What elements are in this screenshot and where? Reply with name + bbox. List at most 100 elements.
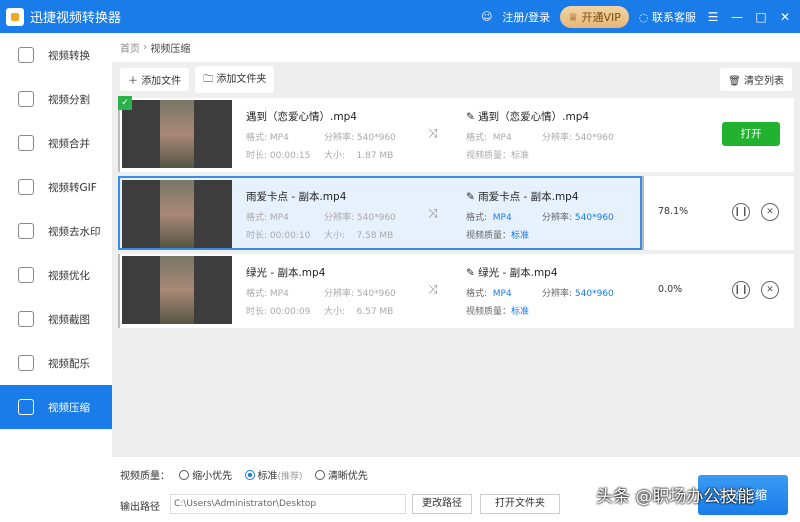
sidebar-item-merge[interactable]: 视频合并 <box>0 121 112 165</box>
open-button[interactable]: 打开 <box>722 122 780 146</box>
convert-arrow-icon: ⤨ <box>428 206 438 220</box>
progress-percent: 78.1% <box>658 206 689 217</box>
watermark: 头条 @职场办公技能 <box>596 487 755 507</box>
remove-button[interactable]: ✕ <box>761 281 779 299</box>
duration-label: 时长: <box>246 151 268 161</box>
size-value: 7.58 MB <box>356 231 394 241</box>
size-value: 6.57 MB <box>356 307 394 317</box>
output-resolution-value[interactable]: 540*960 <box>575 133 614 143</box>
output-format-value[interactable]: MP4 <box>493 213 512 223</box>
sidebar-item-watermark[interactable]: 视频去水印 <box>0 209 112 253</box>
output-format-value[interactable]: MP4 <box>493 133 512 143</box>
sidebar-item-convert[interactable]: 视频转换 <box>0 33 112 77</box>
music-icon <box>18 355 34 371</box>
sidebar-item-compress[interactable]: 视频压缩 <box>0 385 112 429</box>
resolution-label: 分辨率: <box>324 289 355 299</box>
format-label: 格式: <box>466 213 488 223</box>
add-folder-button[interactable]: 🗀 添加文件夹 <box>195 65 275 93</box>
edit-pencil-icon: ✎ <box>466 111 479 123</box>
breadcrumb-home[interactable]: 首页 <box>120 40 140 55</box>
radio-icon <box>314 470 325 480</box>
add-file-label: 添加文件 <box>141 75 182 87</box>
minimize-button[interactable]: — <box>730 10 744 24</box>
close-button[interactable]: ✕ <box>778 10 792 24</box>
file-row[interactable]: 雨爱卡点 - 副本.mp4 格式: MP4 分辨率: 540*960 时长: 0… <box>118 176 642 250</box>
crown-icon: ♕ <box>568 10 582 24</box>
file-row[interactable]: ✓ 遇到（恋爱心情）.mp4 格式: MP4 分辨率: 540*960 时长: … <box>118 96 794 172</box>
duration-value: 00:00:09 <box>269 307 311 317</box>
breadcrumb-current: 视频压缩 <box>150 44 191 55</box>
sidebar-item-screenshot[interactable]: 视频截图 <box>0 297 112 341</box>
pause-button[interactable]: ❙❙ <box>732 281 750 299</box>
add-folder-label: 添加文件夹 <box>216 73 267 85</box>
app-logo-icon <box>6 7 24 26</box>
format-label: 格式: <box>466 133 488 143</box>
breadcrumb-separator: › <box>143 42 148 53</box>
output-name[interactable]: ✎ 遇到（恋爱心情）.mp4 <box>466 109 589 124</box>
breadcrumb: 首页 › 视频压缩 <box>112 33 800 62</box>
login-link[interactable]: 注册/登录 <box>502 9 550 25</box>
sidebar-item-optimize[interactable]: 视频优化 <box>0 253 112 297</box>
sidebar-item-gif[interactable]: 视频转GIF <box>0 165 112 209</box>
resolution-value: 540*960 <box>356 133 396 143</box>
sidebar-label: 视频优化 <box>48 269 90 282</box>
output-format-value[interactable]: MP4 <box>493 289 512 299</box>
sidebar-label: 视频配乐 <box>48 357 90 370</box>
sidebar-item-music[interactable]: 视频配乐 <box>0 341 112 385</box>
pause-button[interactable]: ❙❙ <box>732 203 750 221</box>
output-name-text: 绿光 - 副本.mp4 <box>478 267 558 279</box>
support-label: 联系客服 <box>652 10 696 24</box>
duration-label: 时长: <box>246 307 268 317</box>
sidebar-label: 视频转换 <box>48 49 90 62</box>
output-quality-value[interactable]: 标准 <box>511 307 529 317</box>
output-name[interactable]: ✎ 绿光 - 副本.mp4 <box>466 265 558 280</box>
resolution-value: 540*960 <box>356 213 396 223</box>
title-bar: 迅捷视频转换器 ☺ 注册/登录 ♕ 开通VIP ◌ 联系客服 ☰ — □ ✕ <box>0 0 800 33</box>
size-label: 大小: <box>324 151 346 161</box>
menu-icon[interactable]: ☰ <box>706 10 720 24</box>
file-row[interactable]: 绿光 - 副本.mp4 格式: MP4 分辨率: 540*960 时长: 00:… <box>118 254 794 328</box>
video-thumbnail <box>122 256 232 324</box>
change-path-button[interactable]: 更改路径 <box>412 494 472 514</box>
open-folder-button[interactable]: 打开文件夹 <box>480 494 560 514</box>
support-link[interactable]: ◌ 联系客服 <box>639 9 696 25</box>
maximize-button[interactable]: □ <box>754 10 768 24</box>
add-file-button[interactable]: ＋ 添加文件 <box>120 67 190 91</box>
size-label: 大小: <box>324 231 346 241</box>
convert-arrow-icon: ⤨ <box>428 282 438 296</box>
output-resolution-value[interactable]: 540*960 <box>575 289 614 299</box>
output-path-input[interactable]: C:\Users\Administrator\Desktop <box>170 494 406 514</box>
duration-label: 时长: <box>246 231 268 241</box>
resolution-value: 540*960 <box>356 289 396 299</box>
progress-percent: 0.0% <box>658 284 683 295</box>
quality-option-standard[interactable]: 标准(推荐) <box>239 470 303 482</box>
output-resolution-value[interactable]: 540*960 <box>575 213 614 223</box>
size-value: 1.87 MB <box>356 151 394 161</box>
sidebar-label: 视频去水印 <box>48 225 101 238</box>
option-note: (推荐) <box>277 472 303 482</box>
sidebar-label: 视频合并 <box>48 137 90 150</box>
folder-icon: 🗀 <box>203 73 217 85</box>
output-quality-value[interactable]: 标准 <box>511 151 529 161</box>
output-name[interactable]: ✎ 雨爱卡点 - 副本.mp4 <box>466 189 579 204</box>
quality-label: 视频质量： <box>120 471 170 482</box>
compress-icon <box>18 399 34 415</box>
optimize-icon <box>18 267 34 283</box>
sidebar-label: 视频转GIF <box>48 181 97 194</box>
quality-label: 视频质量： <box>466 151 512 161</box>
format-value: MP4 <box>269 213 289 223</box>
quality-option-clear[interactable]: 清晰优先 <box>309 470 368 482</box>
remove-button[interactable]: ✕ <box>761 203 779 221</box>
watermark-icon <box>18 223 34 239</box>
sidebar-item-split[interactable]: 视频分割 <box>0 77 112 121</box>
output-quality-value[interactable]: 标准 <box>511 231 529 241</box>
image-icon <box>18 311 34 327</box>
vip-button[interactable]: ♕ 开通VIP <box>560 5 629 28</box>
split-icon <box>18 91 34 107</box>
sidebar-label: 视频压缩 <box>48 401 90 414</box>
quality-option-small[interactable]: 缩小优先 <box>173 470 232 482</box>
clear-list-button[interactable]: 🗑 清空列表 <box>720 67 792 91</box>
output-name-text: 遇到（恋爱心情）.mp4 <box>478 111 590 123</box>
done-check-icon: ✓ <box>118 96 132 110</box>
edit-pencil-icon: ✎ <box>466 191 479 203</box>
